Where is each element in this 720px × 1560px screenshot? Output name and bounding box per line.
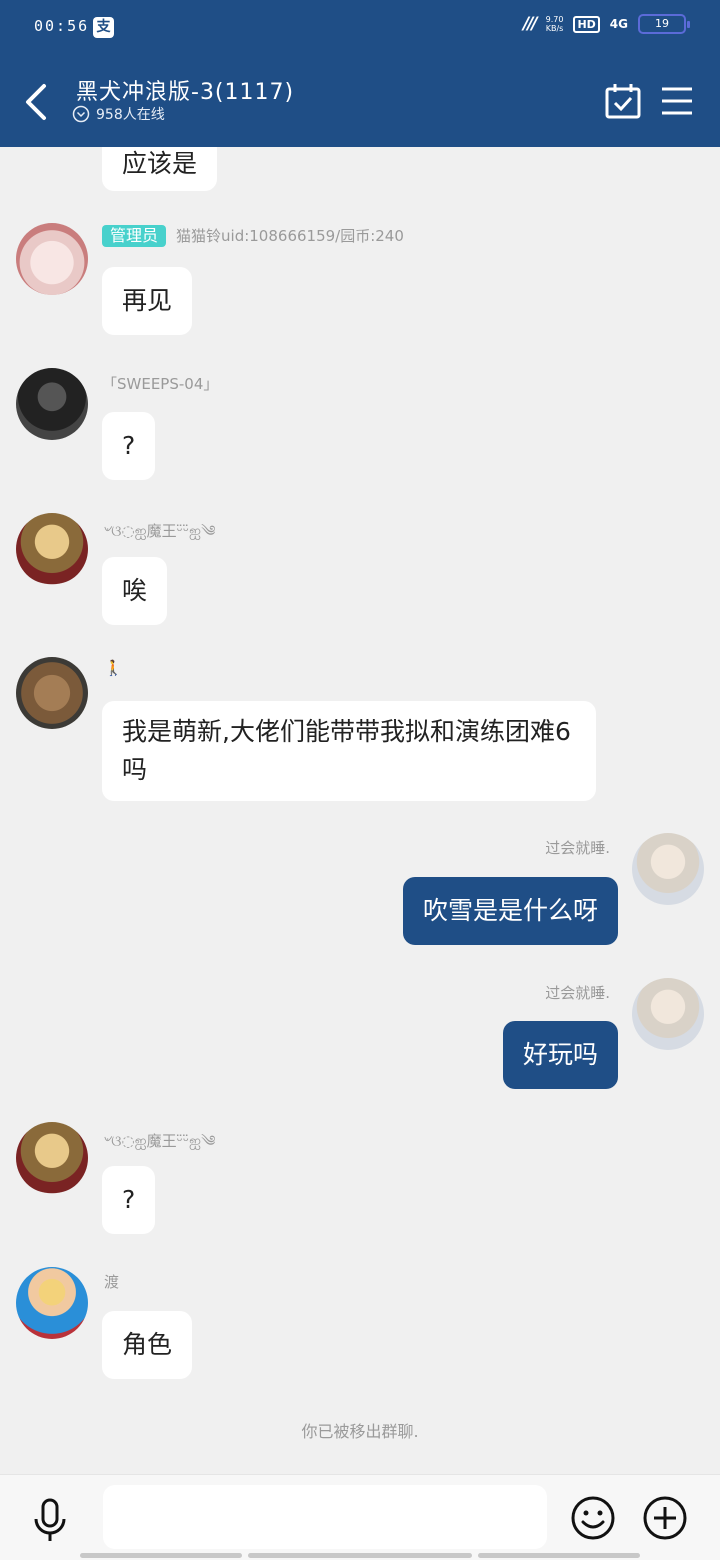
plus-icon[interactable] [642, 1495, 688, 1541]
my-avatar[interactable] [632, 833, 704, 905]
my-message-bubble[interactable]: 好玩吗 [502, 1021, 618, 1089]
message-bubble[interactable]: 应该是 [102, 147, 218, 191]
message-input[interactable] [103, 1485, 547, 1549]
signal-strength-icon: /// [523, 14, 538, 34]
online-count-text: 958人在线 [96, 107, 165, 123]
avatar[interactable] [16, 1122, 88, 1194]
back-arrow-icon[interactable] [22, 82, 58, 122]
gesture-bar [80, 1553, 242, 1558]
sender-name: 🚶 [104, 659, 123, 677]
sender-name: 「SWEEPS-04」 [102, 375, 219, 393]
microphone-icon[interactable] [30, 1497, 70, 1543]
message-bubble[interactable]: ? [102, 412, 156, 480]
group-title[interactable]: 黑犬冲浪版-3(1117) [76, 74, 294, 106]
avatar[interactable] [16, 223, 88, 295]
message-bubble[interactable]: 角色 [102, 1311, 193, 1379]
gesture-bar [478, 1553, 640, 1558]
avatar[interactable] [16, 1267, 88, 1339]
input-bar [0, 1474, 720, 1560]
network-type: 4G [609, 17, 628, 31]
network-speed-unit: KB/s [545, 24, 564, 33]
sender-name: 猫猫铃uid:108666159/园币:240 [176, 227, 404, 245]
calendar-check-icon[interactable] [604, 82, 642, 120]
message-bubble[interactable]: 唉 [102, 557, 168, 625]
network-speed-value: 9.70 [545, 15, 564, 24]
system-notice: 你已被移出群聊. [301, 1422, 419, 1441]
avatar[interactable] [16, 657, 88, 729]
message-bubble[interactable]: ? [102, 1166, 156, 1234]
my-avatar[interactable] [632, 978, 704, 1050]
alipay-icon: 支 [93, 17, 114, 38]
sender-name: 过会就睡. [545, 984, 610, 1002]
network-speed: 9.70 KB/s [546, 15, 564, 33]
message-list[interactable]: 应该是 管理员 猫猫铃uid:108666159/园币:240 再见 「SWEEP… [0, 147, 720, 1474]
sender-name: 过会就睡. [545, 839, 610, 857]
status-time: 00:56 [34, 17, 90, 35]
sender-name: ৺ଓ◌ஐ魔王ᵕ̈ᵕ̈ஐ༄ [102, 1132, 216, 1150]
battery-level: 19 [655, 17, 669, 30]
sender-line: 管理员 猫猫铃uid:108666159/园币:240 [102, 225, 404, 247]
sender-name: 渡 [104, 1273, 120, 1291]
menu-icon[interactable] [660, 86, 694, 116]
avatar[interactable] [16, 513, 88, 585]
status-bar: 00:56 支 /// 9.70 KB/s HD 4G 19 [0, 0, 720, 56]
admin-badge: 管理员 [102, 225, 167, 247]
message-bubble[interactable]: 我是萌新,大佬们能带带我拟和演练团难6吗 [102, 701, 596, 801]
chevron-down-icon [72, 105, 90, 123]
status-indicators: /// 9.70 KB/s HD 4G 19 [523, 14, 690, 34]
my-message-bubble[interactable]: 吹雪是是什么呀 [402, 877, 618, 945]
gesture-bar [248, 1553, 472, 1558]
online-count[interactable]: 958人在线 [72, 104, 165, 124]
message-bubble[interactable]: 再见 [102, 267, 193, 335]
hd-voice-icon: HD [573, 15, 600, 33]
chat-header: 00:56 支 /// 9.70 KB/s HD 4G 19 黑犬冲浪版-3(1… [0, 0, 720, 147]
avatar[interactable] [16, 368, 88, 440]
battery-icon: 19 [638, 14, 690, 34]
emoji-icon[interactable] [570, 1495, 616, 1541]
sender-name: ৺ଓ◌ஐ魔王ᵕ̈ᵕ̈ஐ༄ [102, 522, 216, 540]
